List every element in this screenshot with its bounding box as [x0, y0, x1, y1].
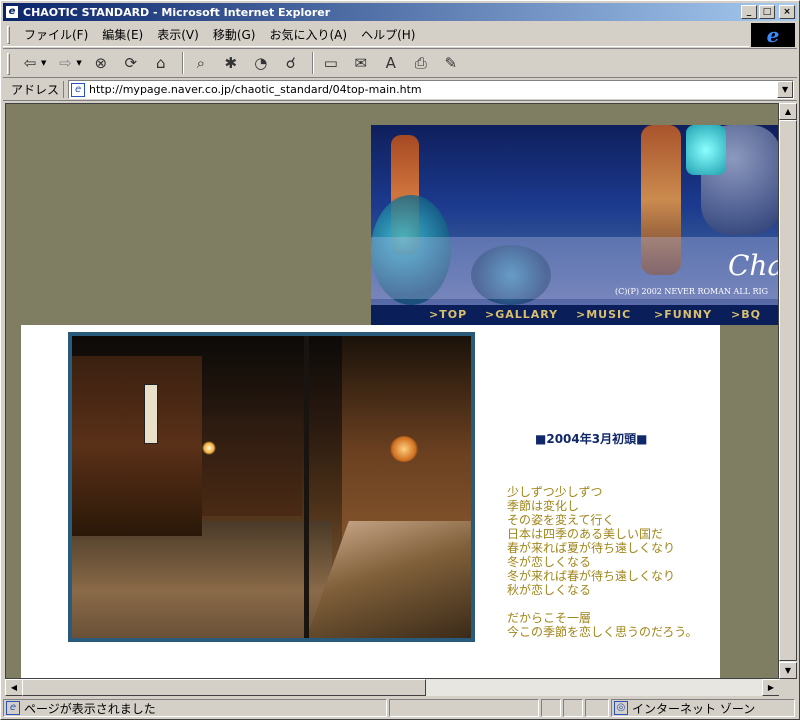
toolbar-separator	[311, 52, 314, 74]
vertical-scrollbar[interactable]: ▲ ▼	[779, 103, 797, 679]
nav-gallary[interactable]: >GALLARY	[485, 308, 558, 321]
menu-grip[interactable]	[7, 26, 10, 44]
poem-line: 季節は変化し	[507, 499, 580, 513]
menu-file[interactable]: ファイル(F)	[17, 24, 95, 46]
night-street-photo	[72, 336, 471, 638]
menu-go[interactable]: 移動(G)	[206, 24, 263, 46]
fullscreen-icon[interactable]: ▭	[318, 51, 344, 75]
address-label: アドレス	[7, 81, 65, 98]
window-title: CHAOTIC STANDARD - Microsoft Internet Ex…	[23, 5, 331, 19]
nav-music[interactable]: >MUSIC	[576, 308, 631, 321]
site-nav: >TOP >GALLARY >MUSIC >FUNNY >BQ	[371, 305, 778, 325]
address-dropdown-button[interactable]: ▼	[777, 81, 794, 98]
status-text-panel: e ページが表示されました	[3, 699, 387, 717]
minimize-button[interactable]: _	[741, 5, 757, 19]
standard-toolbar: ⇦ ▼ ⇨ ▼ ⊗ ⟳ ⌂ ⌕ ✱ ◔ ☌ ▭ ✉ A ⎙ ✎	[3, 48, 797, 78]
channels-icon[interactable]: ☌	[278, 51, 304, 75]
status-panel-progress	[389, 699, 539, 717]
poem-line: 少しずつ少しずつ	[507, 485, 603, 499]
poem-line: だからこそ一層	[507, 611, 592, 625]
poem-line: その姿を変えて行く	[507, 513, 615, 527]
internet-zone-icon: ◎	[614, 701, 628, 715]
close-button[interactable]: ×	[779, 5, 795, 19]
address-bar: アドレス e http://mypage.naver.co.jp/chaotic…	[3, 79, 797, 101]
poem-line: 冬が恋しくなる	[507, 555, 592, 569]
stop-icon[interactable]: ⊗	[88, 51, 114, 75]
maximize-button[interactable]: □	[759, 5, 775, 19]
security-zone-panel: ◎ インターネット ゾーン	[611, 699, 795, 717]
home-icon[interactable]: ⌂	[148, 51, 174, 75]
photo-sign	[144, 384, 158, 444]
poem-line: 今この季節を恋しく思うのだろう。	[507, 625, 698, 639]
scroll-right-button[interactable]: ▶	[762, 679, 780, 696]
title-bar: e CHAOTIC STANDARD - Microsoft Internet …	[3, 3, 797, 21]
scrollbar-corner	[779, 679, 797, 696]
status-bar: e ページが表示されました ◎ インターネット ゾーン	[3, 698, 797, 718]
status-panel-small	[563, 699, 583, 717]
font-icon[interactable]: A	[378, 51, 404, 75]
banner-glass	[686, 125, 726, 175]
vertical-scroll-thumb[interactable]	[779, 120, 797, 661]
page-icon: e	[71, 82, 86, 97]
poem-title: ■2004年3月初頭■	[535, 432, 648, 446]
poem-line: 日本は四季のある美しい国だ	[507, 527, 664, 541]
status-panel-small	[585, 699, 609, 717]
nav-bq[interactable]: >BQ	[731, 308, 761, 321]
toolbar-grip[interactable]	[7, 53, 10, 75]
photo-building	[72, 356, 202, 536]
mail-icon[interactable]: ✉	[348, 51, 374, 75]
poem-line: 冬が来れば春が待ち遠しくなり	[507, 569, 676, 583]
scroll-up-button[interactable]: ▲	[779, 103, 797, 120]
back-icon[interactable]: ⇦	[17, 51, 43, 75]
photo-frame	[68, 332, 475, 642]
main-content: ■2004年3月初頭■ 少しずつ少しずつ 季節は変化し その姿を変えて行く 日本…	[21, 325, 720, 678]
horizontal-scroll-thumb[interactable]	[22, 679, 426, 696]
refresh-icon[interactable]: ⟳	[118, 51, 144, 75]
search-icon[interactable]: ⌕	[188, 51, 214, 75]
favorites-icon[interactable]: ✱	[218, 51, 244, 75]
poem-gap	[507, 597, 727, 611]
forward-dropdown-icon[interactable]: ▼	[76, 59, 81, 67]
menu-favorites[interactable]: お気に入り(A)	[262, 24, 354, 46]
address-input[interactable]: e http://mypage.naver.co.jp/chaotic_stan…	[68, 80, 795, 99]
history-icon[interactable]: ◔	[248, 51, 274, 75]
page-viewport: Cha (C)(P) 2002 NEVER ROMAN ALL RIG >TOP…	[5, 103, 779, 679]
poem-block: ■2004年3月初頭■ 少しずつ少しずつ 季節は変化し その姿を変えて行く 日本…	[507, 430, 727, 639]
photo-lamp	[390, 436, 418, 462]
menu-edit[interactable]: 編集(E)	[95, 24, 150, 46]
nav-funny[interactable]: >FUNNY	[654, 308, 712, 321]
photo-building	[202, 416, 302, 516]
edit-icon[interactable]: ✎	[438, 51, 464, 75]
page-loaded-icon: e	[6, 701, 20, 715]
poem-lines: 少しずつ少しずつ 季節は変化し その姿を変えて行く 日本は四季のある美しい国だ …	[507, 485, 727, 639]
status-panel-small	[541, 699, 561, 717]
nav-top[interactable]: >TOP	[429, 308, 467, 321]
menu-help[interactable]: ヘルプ(H)	[354, 24, 422, 46]
banner-logo-text: Cha	[728, 249, 779, 282]
address-url[interactable]: http://mypage.naver.co.jp/chaotic_standa…	[89, 83, 422, 96]
horizontal-scrollbar[interactable]: ◀ ▶	[5, 679, 780, 696]
photo-lantern	[202, 441, 216, 455]
print-icon[interactable]: ⎙	[408, 51, 434, 75]
browser-window: e CHAOTIC STANDARD - Microsoft Internet …	[0, 0, 800, 720]
back-dropdown-icon[interactable]: ▼	[41, 59, 46, 67]
photo-pole	[304, 336, 309, 638]
toolbar-separator	[181, 52, 184, 74]
scroll-down-button[interactable]: ▼	[779, 662, 797, 679]
scroll-left-button[interactable]: ◀	[5, 679, 23, 696]
forward-icon[interactable]: ⇨	[52, 51, 78, 75]
ie-throbber-logo: e	[751, 23, 795, 47]
zone-text: インターネット ゾーン	[632, 701, 756, 716]
menu-bar: ファイル(F) 編集(E) 表示(V) 移動(G) お気に入り(A) ヘルプ(H…	[3, 23, 749, 47]
poem-line: 秋が恋しくなる	[507, 583, 592, 597]
site-banner: Cha (C)(P) 2002 NEVER ROMAN ALL RIG	[371, 125, 779, 305]
window-controls: _ □ ×	[741, 5, 795, 19]
status-text: ページが表示されました	[24, 701, 156, 716]
menu-view[interactable]: 表示(V)	[150, 24, 206, 46]
banner-copyright: (C)(P) 2002 NEVER ROMAN ALL RIG	[615, 287, 769, 296]
poem-line: 春が来れば夏が待ち遠しくなり	[507, 541, 676, 555]
photo-street	[72, 521, 332, 638]
ie-app-icon: e	[5, 5, 19, 19]
